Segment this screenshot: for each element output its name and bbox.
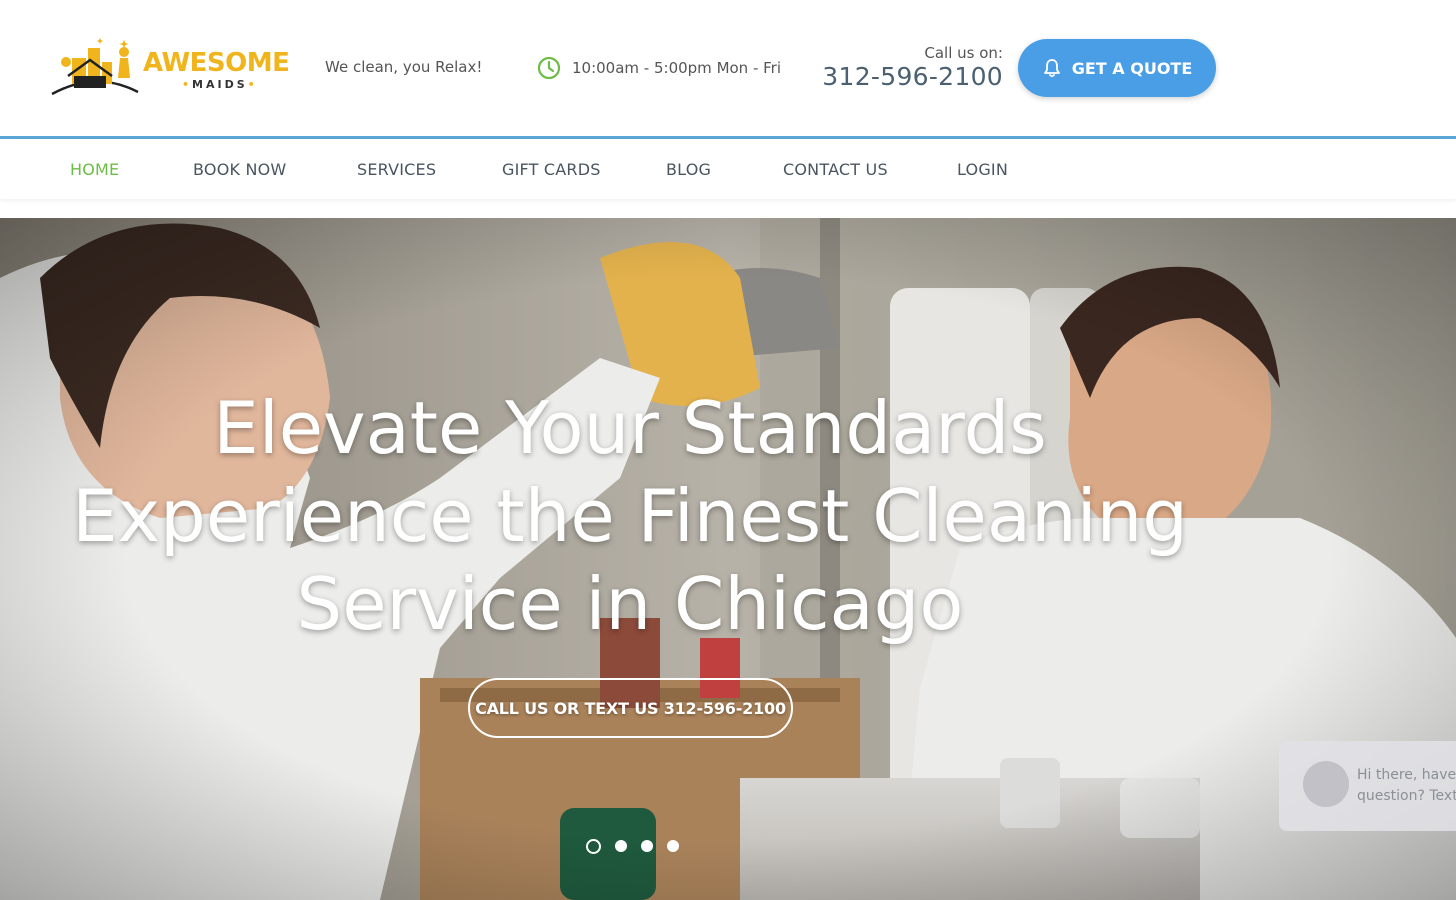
nav-item-contact-us[interactable]: CONTACT US: [783, 160, 888, 179]
chat-widget[interactable]: Hi there, have a question? Text: [1279, 741, 1456, 831]
logo-wordmark: AWESOME: [143, 48, 290, 78]
nav-item-home[interactable]: HOME: [70, 160, 119, 179]
main-nav: HOME BOOK NOW SERVICES GIFT CARDS BLOG C…: [0, 139, 1456, 199]
nav-item-gift-cards[interactable]: GIFT CARDS: [502, 160, 601, 179]
logo-subtitle: •MAIDS•: [182, 78, 258, 91]
clock-icon: [537, 56, 561, 80]
slide-dot-2[interactable]: [615, 840, 627, 852]
call-us-label: Call us on:: [924, 44, 1003, 62]
hero-title-line-2: Experience the Finest Cleaning: [72, 474, 1188, 558]
hero-slider: Elevate Your Standards Experience the Fi…: [0, 218, 1456, 900]
logo-subtitle-text: MAIDS: [192, 78, 248, 91]
nav-item-blog[interactable]: BLOG: [666, 160, 711, 179]
header-phone-link[interactable]: 312-596-2100: [822, 62, 1003, 92]
slide-dot-4[interactable]: [667, 840, 679, 852]
house-logo-icon: [51, 38, 139, 96]
chat-message-line-2: question? Text: [1357, 788, 1456, 804]
business-hours: 10:00am - 5:00pm Mon - Fri: [537, 56, 781, 80]
nav-item-book-now[interactable]: BOOK NOW: [193, 160, 286, 179]
nav-item-login[interactable]: LOGIN: [957, 160, 1008, 179]
slider-pagination: [586, 838, 679, 854]
chat-avatar: [1303, 761, 1349, 807]
slide-dot-3[interactable]: [641, 840, 653, 852]
call-us-block: Call us on: 312-596-2100: [822, 44, 1003, 92]
chat-message: Hi there, have a question? Text: [1357, 765, 1456, 807]
hero-title-line-1: Elevate Your Standards: [213, 386, 1047, 470]
call-or-text-button[interactable]: CALL US OR TEXT US 312-596-2100: [468, 678, 793, 738]
hero-title-line-3: Service in Chicago: [296, 562, 964, 646]
hours-text: 10:00am - 5:00pm Mon - Fri: [572, 59, 782, 77]
tagline: We clean, you Relax!: [325, 58, 483, 76]
site-header: AWESOME •MAIDS• We clean, you Relax! 10:…: [0, 0, 1456, 137]
bell-icon: [1043, 59, 1060, 78]
nav-item-services[interactable]: SERVICES: [357, 160, 436, 179]
get-a-quote-label: GET A QUOTE: [1071, 58, 1193, 78]
slide-dot-1[interactable]: [586, 838, 601, 854]
get-a-quote-button[interactable]: GET A QUOTE: [1018, 39, 1216, 97]
brand-logo[interactable]: AWESOME •MAIDS•: [50, 36, 312, 98]
chat-message-line-1: Hi there, have a: [1357, 767, 1456, 783]
